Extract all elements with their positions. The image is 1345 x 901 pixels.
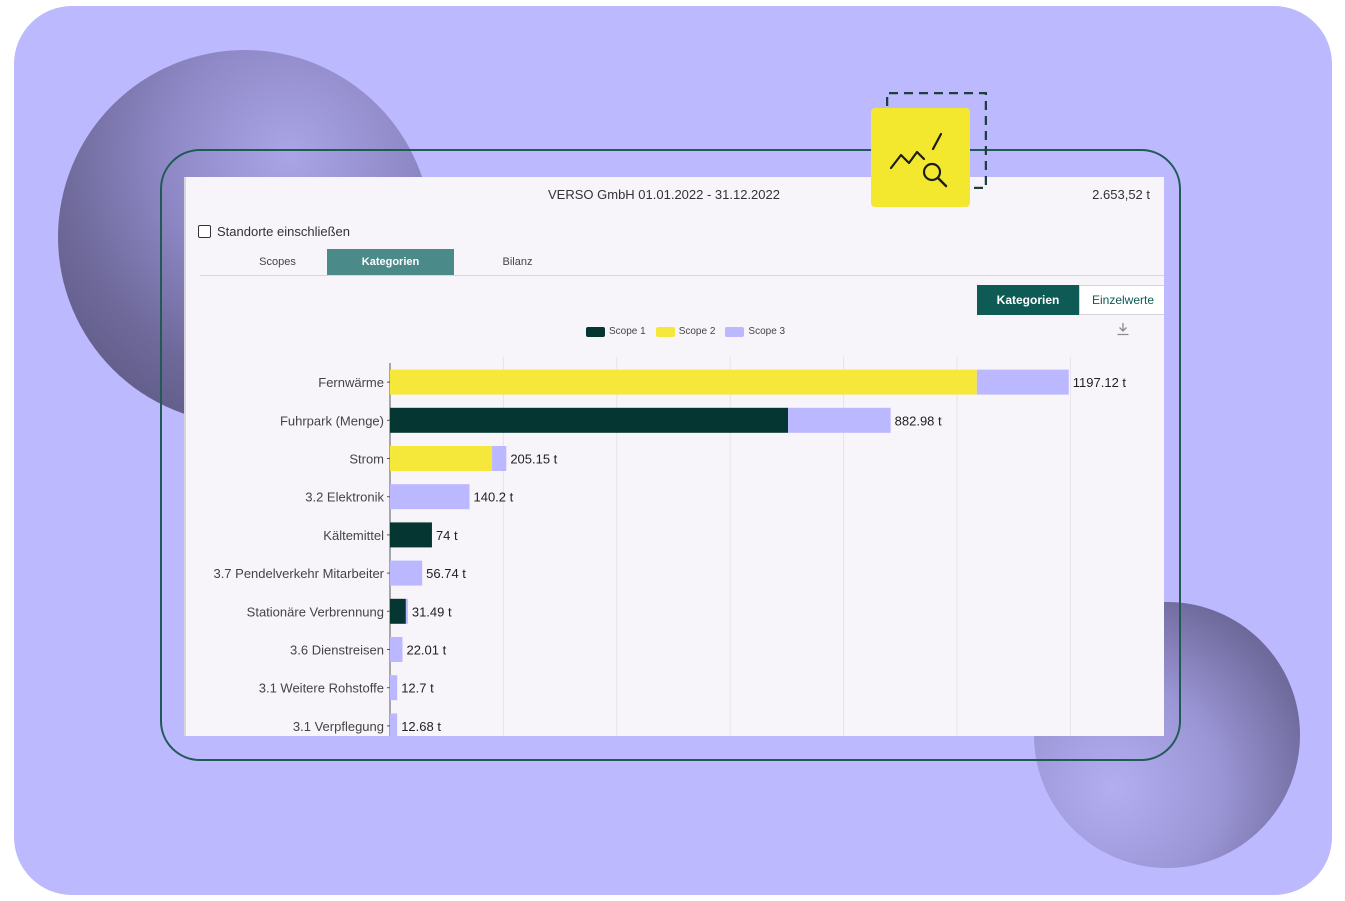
legend-label: Scope 1	[609, 326, 646, 337]
total-value-label: 56.74 t	[426, 566, 466, 581]
view-einzelwerte-button[interactable]: Einzelwerte	[1079, 285, 1164, 315]
bar-segment	[976, 369, 1069, 395]
report-total: 2.653,52 t	[1092, 187, 1150, 202]
bar-segment	[390, 560, 423, 586]
category-label: Fuhrpark (Menge)	[280, 413, 384, 428]
bar-segment	[405, 598, 408, 624]
chart-legend: Scope 1 Scope 2 Scope 3	[586, 326, 789, 337]
category-label: 3.7 Pendelverkehr Mitarbeiter	[213, 566, 384, 581]
bar-segment	[390, 598, 406, 624]
category-label: Kältemittel	[323, 528, 384, 543]
bar-segment	[788, 407, 891, 433]
tab-kategorien[interactable]: Kategorien	[327, 249, 454, 275]
category-label: Fernwärme	[318, 375, 384, 390]
include-locations-checkbox-row[interactable]: Standorte einschließen	[198, 224, 350, 239]
chart-search-icon	[871, 108, 970, 207]
bar-segment	[390, 713, 398, 736]
legend-item-scope2: Scope 2	[655, 326, 716, 337]
category-bar-chart: Fernwärme 1197.12 t Fuhrpark (Menge) 882.98…	[213, 357, 1127, 736]
report-card: VERSO GmbH 01.01.2022 - 31.12.2022 2.653…	[184, 177, 1164, 736]
report-title: VERSO GmbH 01.01.2022 - 31.12.2022	[548, 187, 780, 202]
tab-bar: Scopes Kategorien Bilanz	[200, 249, 1164, 276]
legend-item-scope1: Scope 1	[586, 326, 646, 337]
legend-swatch	[725, 326, 745, 337]
category-label: Strom	[349, 452, 384, 467]
total-value-label: 74 t	[436, 528, 458, 543]
include-locations-checkbox[interactable]	[198, 225, 211, 238]
total-value-label: 12.68 t	[401, 719, 441, 734]
bar-segment	[390, 369, 977, 395]
bar-segment	[390, 484, 470, 510]
category-label: Stationäre Verbrennung	[247, 604, 384, 619]
category-label: 3.1 Verpflegung	[293, 719, 384, 734]
download-icon[interactable]	[1116, 322, 1130, 339]
bar-segment	[492, 446, 507, 471]
bar-segment	[390, 446, 493, 471]
tab-scopes[interactable]: Scopes	[214, 249, 341, 274]
category-label: 3.1 Weitere Rohstoffe	[259, 681, 384, 696]
legend-item-scope3: Scope 3	[725, 326, 785, 337]
include-locations-label: Standorte einschließen	[217, 224, 350, 239]
tab-bilanz[interactable]: Bilanz	[454, 249, 581, 274]
total-value-label: 1197.12 t	[1073, 375, 1127, 390]
bar-segment	[390, 675, 398, 701]
bar-segment	[390, 407, 789, 433]
total-value-label: 205.15 t	[510, 452, 557, 467]
bar-segment	[390, 522, 432, 548]
total-value-label: 12.7 t	[401, 681, 434, 696]
total-value-label: 140.2 t	[473, 490, 513, 505]
category-label: 3.2 Elektronik	[305, 490, 384, 505]
total-value-label: 31.49 t	[412, 604, 452, 619]
view-kategorien-button[interactable]: Kategorien	[977, 285, 1079, 315]
category-label: 3.6 Dienstreisen	[290, 643, 384, 658]
total-value-label: 882.98 t	[895, 413, 942, 428]
legend-label: Scope 3	[748, 326, 786, 337]
legend-swatch	[586, 326, 605, 337]
legend-swatch	[655, 326, 675, 337]
total-value-label: 22.01 t	[406, 643, 446, 658]
legend-label: Scope 2	[678, 326, 716, 337]
bar-segment	[390, 637, 403, 662]
